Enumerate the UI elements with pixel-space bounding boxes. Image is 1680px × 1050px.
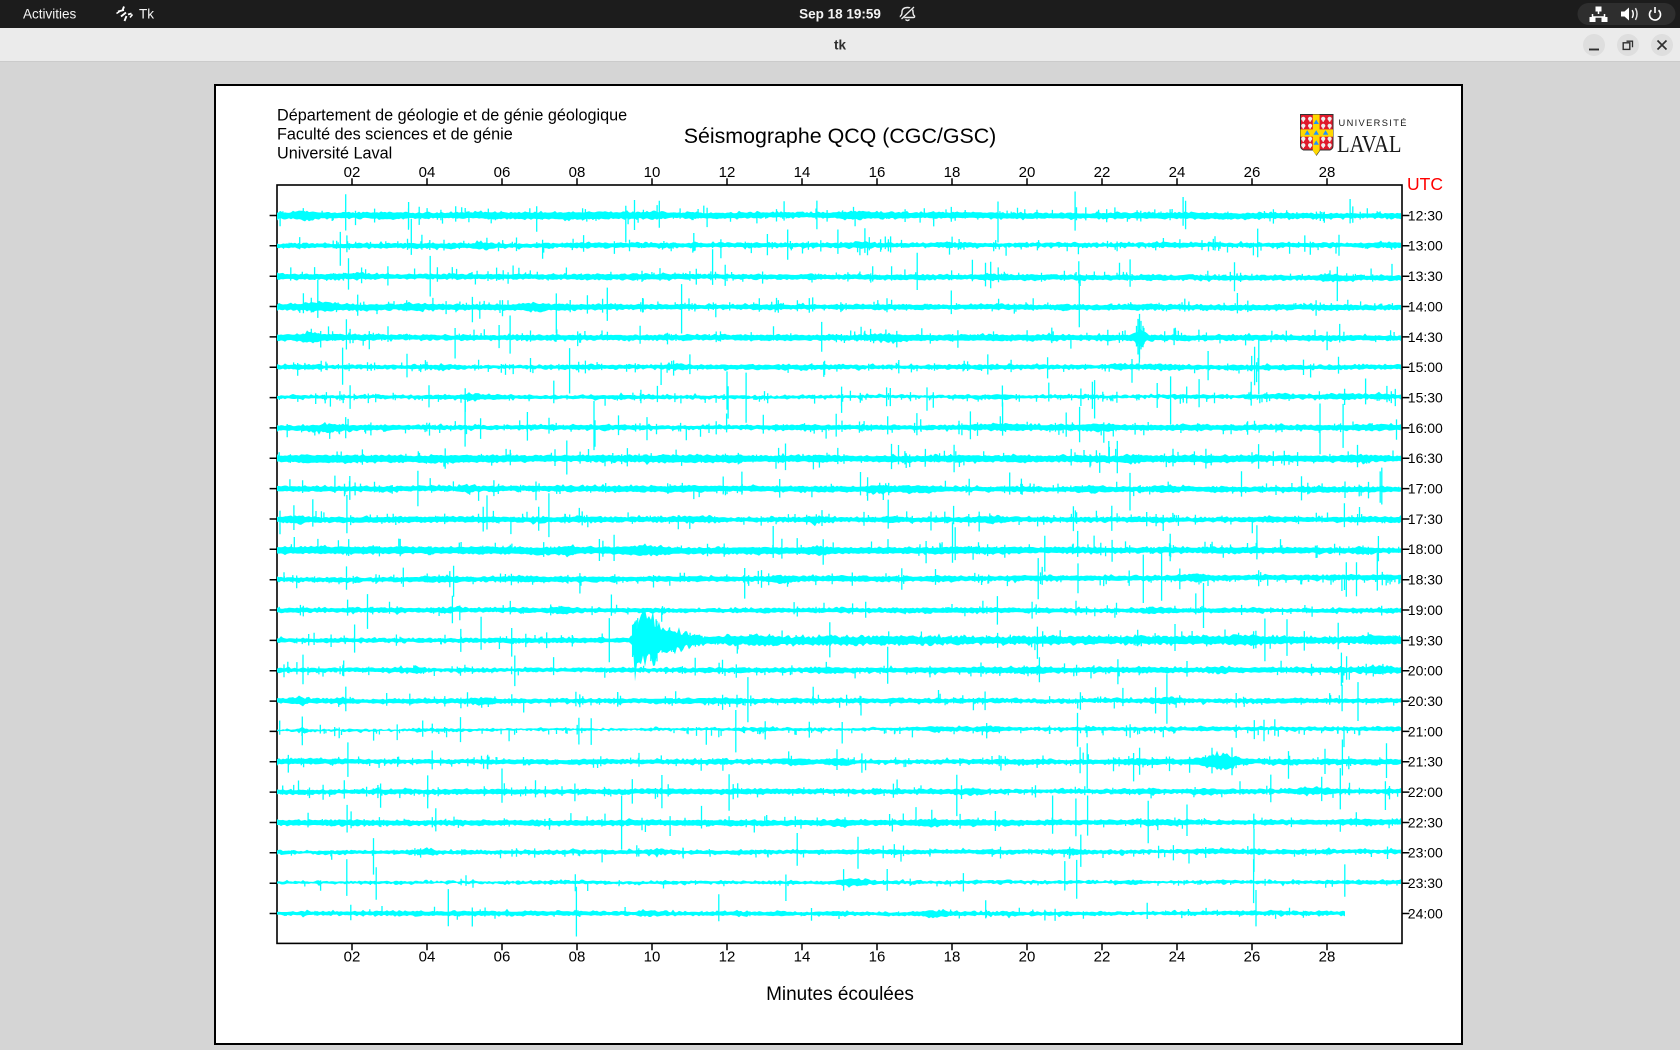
- svg-text:tk: tk: [834, 38, 846, 53]
- svg-text:28: 28: [1319, 164, 1336, 181]
- svg-text:24: 24: [1169, 164, 1186, 181]
- svg-text:17:00: 17:00: [1408, 481, 1443, 497]
- svg-text:15:00: 15:00: [1408, 359, 1443, 375]
- svg-text:28: 28: [1319, 948, 1336, 965]
- svg-text:16:00: 16:00: [1408, 420, 1443, 436]
- svg-text:26: 26: [1244, 948, 1261, 965]
- svg-text:14: 14: [794, 948, 811, 965]
- svg-text:14: 14: [794, 164, 811, 181]
- svg-text:13:30: 13:30: [1408, 268, 1443, 284]
- svg-text:22: 22: [1094, 948, 1111, 965]
- svg-text:19:00: 19:00: [1408, 602, 1443, 618]
- svg-text:20:30: 20:30: [1408, 693, 1443, 709]
- svg-text:04: 04: [419, 948, 436, 965]
- svg-text:26: 26: [1244, 164, 1261, 181]
- svg-text:08: 08: [569, 164, 586, 181]
- svg-text:20: 20: [1019, 164, 1036, 181]
- svg-text:16: 16: [869, 164, 886, 181]
- svg-text:20: 20: [1019, 948, 1036, 965]
- svg-text:18: 18: [944, 164, 961, 181]
- svg-text:13:00: 13:00: [1408, 238, 1443, 254]
- svg-text:02: 02: [344, 164, 361, 181]
- svg-text:22: 22: [1094, 164, 1111, 181]
- svg-text:15:30: 15:30: [1408, 390, 1443, 406]
- svg-text:14:30: 14:30: [1408, 329, 1443, 345]
- svg-text:Département de géologie et de: Département de géologie et de génie géol…: [277, 107, 627, 125]
- svg-text:16: 16: [869, 948, 886, 965]
- svg-text:Sep 18 19:59: Sep 18 19:59: [799, 7, 881, 22]
- svg-text:17:30: 17:30: [1408, 511, 1443, 527]
- svg-text:10: 10: [644, 164, 661, 181]
- svg-text:10: 10: [644, 948, 661, 965]
- svg-text:16:30: 16:30: [1408, 450, 1443, 466]
- svg-text:18:00: 18:00: [1408, 541, 1443, 557]
- svg-text:12: 12: [719, 164, 736, 181]
- svg-text:LAVAL: LAVAL: [1337, 132, 1402, 158]
- svg-text:08: 08: [569, 948, 586, 965]
- svg-text:Séismographe QCQ (CGC/GSC): Séismographe QCQ (CGC/GSC): [684, 124, 997, 148]
- svg-text:21:00: 21:00: [1408, 723, 1443, 739]
- svg-text:24: 24: [1169, 948, 1186, 965]
- svg-text:24:00: 24:00: [1408, 905, 1443, 921]
- svg-text:Université Laval: Université Laval: [277, 145, 392, 163]
- svg-text:Minutes écoulées: Minutes écoulées: [766, 984, 914, 1005]
- svg-text:23:00: 23:00: [1408, 845, 1443, 861]
- svg-text:02: 02: [344, 948, 361, 965]
- svg-text:Tk: Tk: [139, 7, 154, 22]
- svg-text:UTC: UTC: [1407, 174, 1443, 194]
- svg-text:Activities: Activities: [23, 7, 77, 22]
- svg-text:21:30: 21:30: [1408, 754, 1443, 770]
- svg-text:19:30: 19:30: [1408, 632, 1443, 648]
- svg-text:UNIVERSITÉ: UNIVERSITÉ: [1339, 118, 1408, 128]
- svg-text:22:30: 22:30: [1408, 814, 1443, 830]
- svg-text:20:00: 20:00: [1408, 663, 1443, 679]
- svg-text:06: 06: [494, 948, 511, 965]
- svg-text:22:00: 22:00: [1408, 784, 1443, 800]
- svg-text:Faculté des sciences et de gén: Faculté des sciences et de génie: [277, 126, 513, 144]
- svg-text:06: 06: [494, 164, 511, 181]
- svg-text:12:30: 12:30: [1408, 207, 1443, 223]
- svg-text:12: 12: [719, 948, 736, 965]
- svg-text:23:30: 23:30: [1408, 875, 1443, 891]
- svg-text:18:30: 18:30: [1408, 572, 1443, 588]
- svg-text:14:00: 14:00: [1408, 298, 1443, 314]
- svg-text:18: 18: [944, 948, 961, 965]
- svg-text:04: 04: [419, 164, 436, 181]
